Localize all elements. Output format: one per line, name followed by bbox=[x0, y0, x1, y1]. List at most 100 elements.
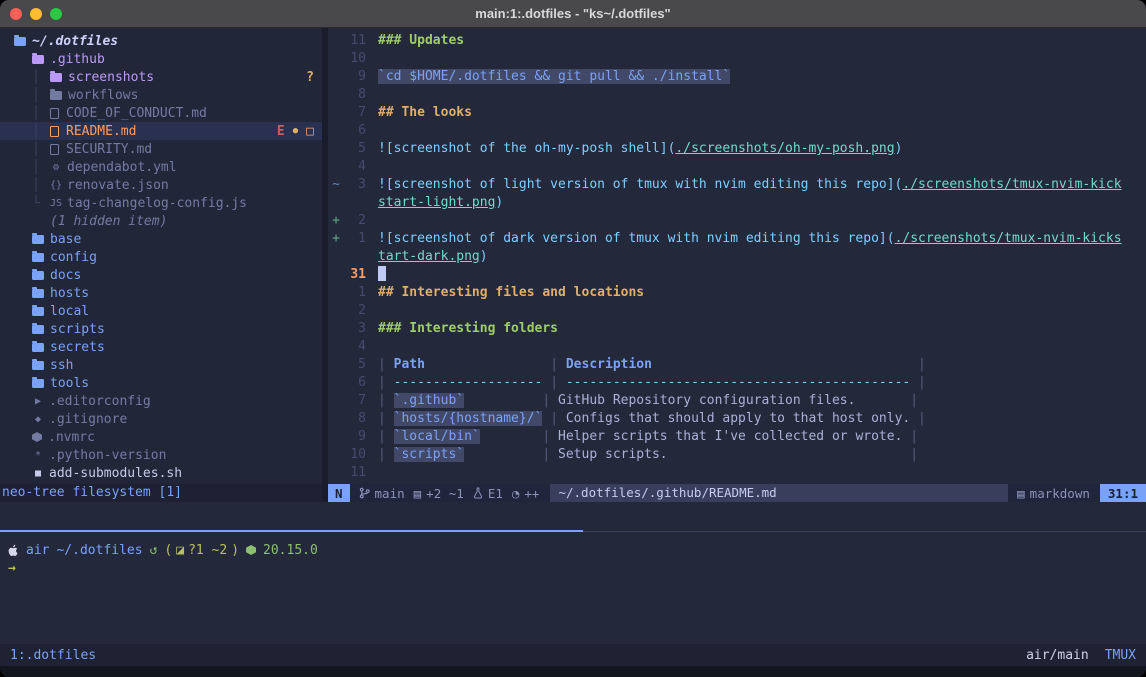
line-number: 31 bbox=[344, 266, 366, 284]
tree-item-config[interactable]: config bbox=[0, 248, 322, 266]
line-number: 3 bbox=[344, 176, 366, 194]
gutter-sign bbox=[328, 446, 344, 464]
line-number: 6 bbox=[344, 374, 366, 392]
gutter-sign bbox=[328, 392, 344, 410]
line-number bbox=[344, 194, 366, 212]
editor-line[interactable]: +1![screenshot of dark version of tmux w… bbox=[328, 230, 1146, 248]
editor-buffer[interactable]: 11### Updates 10 9`cd $HOME/.dotfiles &&… bbox=[328, 28, 1146, 484]
neotree-winbar: neo-tree filesystem [1] bbox=[0, 484, 322, 502]
tree-item-label: screenshots bbox=[68, 70, 154, 85]
editor-line[interactable]: 8| `hosts/{hostname}/` | Configs that sh… bbox=[328, 410, 1146, 428]
line-text bbox=[366, 464, 378, 482]
tree-item-ssh[interactable]: ssh bbox=[0, 356, 322, 374]
hexagon-icon bbox=[32, 432, 42, 442]
tree-item-gitignore[interactable]: ◆.gitignore bbox=[0, 410, 322, 428]
tree-item-tools[interactable]: tools bbox=[0, 374, 322, 392]
line-text bbox=[366, 302, 378, 320]
tree-item-tag-changelog-config-js[interactable]: └JStag-changelog-config.js bbox=[0, 194, 322, 212]
unsaved-dot-badge: ● bbox=[293, 126, 298, 136]
tree-item-github[interactable]: .github bbox=[0, 50, 322, 68]
editor-line[interactable]: 9`cd $HOME/.dotfiles && git pull && ./in… bbox=[328, 68, 1146, 86]
editor-line[interactable]: 10| `scripts` | Setup scripts. | bbox=[328, 446, 1146, 464]
tree-item-nvmrc[interactable]: .nvmrc bbox=[0, 428, 322, 446]
tmux-window-label[interactable]: 1:.dotfiles bbox=[10, 648, 96, 663]
editor-line[interactable]: ~3![screenshot of light version of tmux … bbox=[328, 176, 1146, 194]
tree-item-renovate-json[interactable]: │{}renovate.json bbox=[0, 176, 322, 194]
editor-line[interactable]: 4 bbox=[328, 158, 1146, 176]
editor-line[interactable]: 31 bbox=[328, 266, 1146, 284]
folder-open-icon bbox=[32, 55, 44, 64]
tree-item-security-md[interactable]: │SECURITY.md bbox=[0, 140, 322, 158]
neotree-list: ~/.dotfiles.github│screenshots?│workflow… bbox=[0, 28, 322, 484]
window-bottom-edge bbox=[0, 666, 1146, 677]
editor-line[interactable]: 5| Path | Description | bbox=[328, 356, 1146, 374]
tmux-pane-divider[interactable] bbox=[0, 530, 1146, 532]
line-number: 4 bbox=[344, 158, 366, 176]
editor-line[interactable]: 7## The looks bbox=[328, 104, 1146, 122]
tree-item-python-version[interactable]: *.python-version bbox=[0, 446, 322, 464]
editor-line[interactable]: 11 bbox=[328, 464, 1146, 482]
editor-line[interactable]: 6 bbox=[328, 122, 1146, 140]
gutter-sign: + bbox=[328, 212, 344, 230]
editor-line[interactable]: start-light.png) bbox=[328, 194, 1146, 212]
statusline: N main ▤ +2 ~1 E1 ◔ ++ ~/.dotfiles/.gi bbox=[328, 484, 1146, 502]
editor-line[interactable]: 7| `.github` | GitHub Repository configu… bbox=[328, 392, 1146, 410]
editor-line[interactable]: 6| ------------------- | ---------------… bbox=[328, 374, 1146, 392]
tree-item-hosts[interactable]: hosts bbox=[0, 284, 322, 302]
tree-item-dependabot-yml[interactable]: │⚙dependabot.yml bbox=[0, 158, 322, 176]
tree-item-secrets[interactable]: secrets bbox=[0, 338, 322, 356]
editor-line[interactable]: +2 bbox=[328, 212, 1146, 230]
editor-line[interactable]: 8 bbox=[328, 86, 1146, 104]
statusline-filename: ~/.dotfiles/.github/README.md bbox=[550, 484, 1008, 502]
folder-icon bbox=[32, 361, 44, 370]
tree-item-editorconfig[interactable]: ▶.editorconfig bbox=[0, 392, 322, 410]
line-text: start-light.png) bbox=[366, 194, 503, 212]
tree-item-label: local bbox=[50, 304, 89, 319]
git-status-counts: ?1 ~2 bbox=[188, 543, 227, 558]
tree-item-label: tag-changelog-config.js bbox=[67, 196, 247, 211]
editor-panel: 11### Updates 10 9`cd $HOME/.dotfiles &&… bbox=[328, 28, 1146, 502]
tree-item-label: dependabot.yml bbox=[67, 160, 177, 175]
tree-item-scripts[interactable]: scripts bbox=[0, 320, 322, 338]
editor-line[interactable]: tart-dark.png) bbox=[328, 248, 1146, 266]
tree-item-dotfiles[interactable]: ~/.dotfiles bbox=[0, 32, 322, 50]
tree-item-readme-md[interactable]: │README.mdE●□ bbox=[0, 122, 322, 140]
tree-item-code-of-conduct-md[interactable]: │CODE_OF_CONDUCT.md bbox=[0, 104, 322, 122]
pending-icon: ◔ bbox=[512, 486, 520, 501]
filetype-segment: ▤ markdown bbox=[1017, 486, 1090, 501]
editor-cursor bbox=[378, 266, 386, 281]
gutter-sign bbox=[328, 374, 344, 392]
editor-line[interactable]: 10 bbox=[328, 50, 1146, 68]
tree-item-1-hidden-item[interactable]: (1 hidden item) bbox=[0, 212, 322, 230]
folder-icon bbox=[50, 91, 62, 100]
tree-guide: │ bbox=[32, 88, 50, 103]
editor-line[interactable]: 4 bbox=[328, 338, 1146, 356]
tree-item-base[interactable]: base bbox=[0, 230, 322, 248]
gutter-sign bbox=[328, 104, 344, 122]
tree-item-docs[interactable]: docs bbox=[0, 266, 322, 284]
tree-item-workflows[interactable]: │workflows bbox=[0, 86, 322, 104]
editor-line[interactable]: 3### Interesting folders bbox=[328, 320, 1146, 338]
line-number: 5 bbox=[344, 140, 366, 158]
line-number: 4 bbox=[344, 338, 366, 356]
paren-open: ( bbox=[164, 543, 172, 558]
editor-line[interactable]: 5![screenshot of the oh-my-posh shell](.… bbox=[328, 140, 1146, 158]
asterisk-icon: * bbox=[32, 450, 44, 461]
tree-item-label: hosts bbox=[50, 286, 89, 301]
tree-item-add-submodules-sh[interactable]: ■add-submodules.sh bbox=[0, 464, 322, 482]
tree-item-label: ssh bbox=[50, 358, 73, 373]
editor-line[interactable]: 9| `local/bin` | Helper scripts that I'v… bbox=[328, 428, 1146, 446]
editor-line[interactable]: 1## Interesting files and locations bbox=[328, 284, 1146, 302]
editor-line[interactable]: 2 bbox=[328, 302, 1146, 320]
shell-input-line[interactable]: → bbox=[8, 559, 1146, 577]
line-number: 9 bbox=[344, 428, 366, 446]
line-number: 7 bbox=[344, 104, 366, 122]
editor-line[interactable]: 11### Updates bbox=[328, 32, 1146, 50]
cursor-position: 31:1 bbox=[1100, 484, 1146, 502]
tree-guide: │ bbox=[32, 178, 50, 193]
folder-icon bbox=[50, 73, 62, 82]
tree-item-local[interactable]: local bbox=[0, 302, 322, 320]
tree-item-screenshots[interactable]: │screenshots? bbox=[0, 68, 322, 86]
shell-pane[interactable]: air ~/.dotfiles ↺ (◪?1 ~2) 20.15.0 → bbox=[0, 532, 1146, 644]
tree-item-label: renovate.json bbox=[67, 178, 169, 193]
